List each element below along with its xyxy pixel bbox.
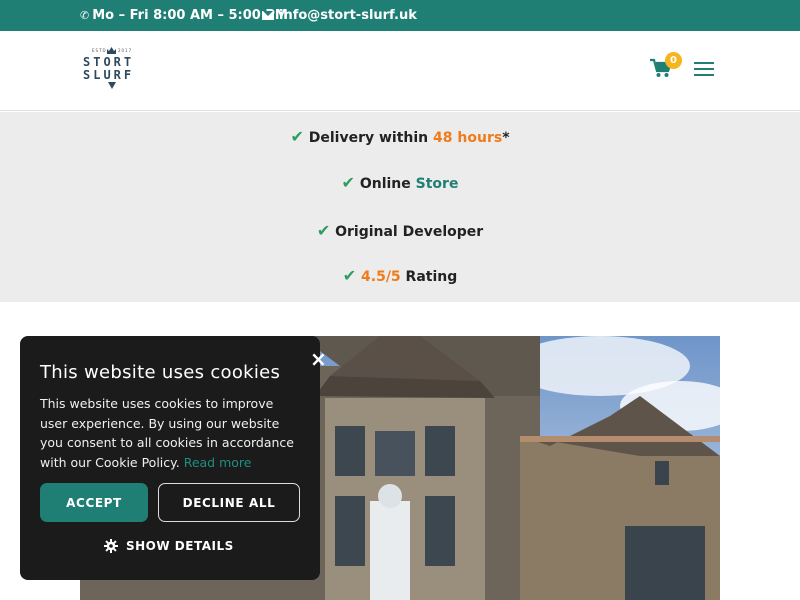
decline-all-button[interactable]: DECLINE ALL <box>158 483 300 522</box>
rating-highlight: 4.5/5 <box>361 269 401 285</box>
envelope-icon <box>262 11 274 20</box>
logo-word-stort: STORT <box>83 55 135 69</box>
close-icon[interactable]: × <box>310 349 327 369</box>
check-icon: ✔ <box>316 221 331 240</box>
cookie-consent-dialog: × This website uses cookies This website… <box>20 336 327 580</box>
online-store-highlight: Store <box>415 176 459 192</box>
read-more-link[interactable]: Read more <box>184 455 252 470</box>
check-icon: ✔ <box>290 127 304 146</box>
accept-button[interactable]: ACCEPT <box>40 483 148 522</box>
show-details-button[interactable]: SHOW DETAILS <box>104 539 234 553</box>
delivery-highlight: 48 hours <box>433 130 503 146</box>
gear-icon <box>104 539 118 553</box>
cart-count-badge: 0 <box>665 52 682 69</box>
cookie-title: This website uses cookies <box>40 362 281 383</box>
logo-word-slurf: SLURF <box>83 68 135 82</box>
feature-online-store: ✔ Online Store <box>341 173 459 192</box>
phone-icon: ✆ <box>80 9 90 22</box>
features-strip: ✔ Delivery within 48 hours* ✔ Online Sto… <box>0 112 800 302</box>
feature-original-developer: ✔ Original Developer <box>316 221 484 240</box>
top-contact-bar: ✆ Mo – Fri 8:00 AM – 5:00 PM info@stort-… <box>0 0 800 31</box>
site-logo[interactable]: ESTD 2017 STORT SLURF <box>82 47 142 91</box>
logo-crown-icon <box>107 47 116 54</box>
phone-hours: ✆ Mo – Fri 8:00 AM – 5:00 PM <box>80 8 288 23</box>
feature-rating: ✔ 4.5/5 Rating <box>342 266 458 285</box>
check-icon: ✔ <box>342 266 357 285</box>
hamburger-menu-icon[interactable] <box>694 62 714 78</box>
email-text[interactable]: info@stort-slurf.uk <box>279 8 417 23</box>
check-icon: ✔ <box>341 173 355 192</box>
business-hours-text: Mo – Fri 8:00 AM – 5:00 PM <box>92 8 288 23</box>
feature-delivery: ✔ Delivery within 48 hours* <box>290 127 510 146</box>
site-header: ESTD 2017 STORT SLURF 0 <box>0 31 800 111</box>
email-link[interactable]: info@stort-slurf.uk <box>262 8 417 23</box>
cookie-message: This website uses cookies to improve use… <box>40 396 294 470</box>
logo-emblem-icon <box>108 82 116 89</box>
show-details-label[interactable]: SHOW DETAILS <box>126 539 234 553</box>
